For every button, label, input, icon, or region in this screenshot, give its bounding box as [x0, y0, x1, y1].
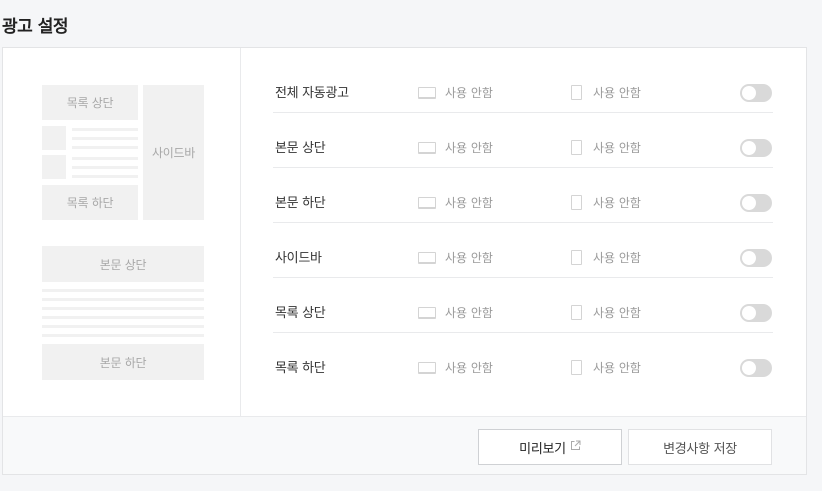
toggle-knob: [742, 141, 756, 155]
preview-line: [42, 334, 204, 337]
mobile-ad-option[interactable]: 사용 안함: [571, 84, 641, 101]
pc-ad-option[interactable]: 사용 안함: [418, 304, 493, 321]
mobile-ad-option[interactable]: 사용 안함: [571, 249, 641, 266]
setting-label: 본문 상단: [275, 141, 326, 156]
pc-ad-option[interactable]: 사용 안함: [418, 359, 493, 376]
monitor-icon: [418, 196, 436, 209]
monitor-icon: [418, 141, 436, 154]
external-link-icon: [570, 440, 581, 454]
preview-line: [42, 298, 204, 301]
toggle-knob: [742, 86, 756, 100]
mobile-status: 사용 안함: [593, 251, 641, 265]
setting-label: 사이드바: [275, 251, 322, 266]
preview-line: [42, 307, 204, 310]
preview-line: [42, 289, 204, 292]
preview-line: [72, 157, 138, 160]
mobile-status: 사용 안함: [593, 361, 641, 375]
mobile-icon: [571, 305, 582, 320]
ad-toggle[interactable]: [740, 304, 772, 322]
preview-button-label: 미리보기: [519, 441, 566, 457]
preview-line: [42, 325, 204, 328]
toggle-knob: [742, 196, 756, 210]
mobile-ad-option[interactable]: 사용 안함: [571, 139, 641, 156]
pc-status: 사용 안함: [445, 306, 493, 320]
setting-row: 목록 하단 사용 안함 사용 안함: [273, 333, 773, 388]
toggle-knob: [742, 251, 756, 265]
settings-list: 전체 자동광고 사용 안함 사용 안함 본문 상단 사용 안함 사용 안함 본문…: [273, 58, 773, 388]
monitor-icon: [418, 251, 436, 264]
preview-line: [72, 128, 138, 131]
preview-line: [42, 316, 204, 319]
preview-body-top: 본문 상단: [42, 246, 204, 282]
pc-ad-option[interactable]: 사용 안함: [418, 194, 493, 211]
mobile-status: 사용 안함: [593, 141, 641, 155]
footer-bar: 미리보기 변경사항 저장: [3, 416, 806, 474]
preview-line: [72, 166, 138, 169]
mobile-ad-option[interactable]: 사용 안함: [571, 194, 641, 211]
mobile-ad-option[interactable]: 사용 안함: [571, 304, 641, 321]
preview-body-bottom: 본문 하단: [42, 344, 204, 380]
pc-status: 사용 안함: [445, 141, 493, 155]
pc-ad-option[interactable]: 사용 안함: [418, 84, 493, 101]
setting-row: 본문 하단 사용 안함 사용 안함: [273, 168, 773, 223]
pc-status: 사용 안함: [445, 196, 493, 210]
save-changes-button[interactable]: 변경사항 저장: [628, 429, 772, 465]
pc-ad-option[interactable]: 사용 안함: [418, 139, 493, 156]
mobile-icon: [571, 250, 582, 265]
setting-row: 목록 상단 사용 안함 사용 안함: [273, 278, 773, 333]
pc-status: 사용 안함: [445, 251, 493, 265]
pc-ad-option[interactable]: 사용 안함: [418, 249, 493, 266]
preview-thumb: [42, 126, 66, 150]
preview-list-bottom: 목록 하단: [42, 185, 138, 220]
ad-toggle[interactable]: [740, 139, 772, 157]
setting-label: 목록 상단: [275, 306, 326, 321]
page-title: 광고 설정: [2, 17, 68, 37]
toggle-knob: [742, 361, 756, 375]
ad-toggle[interactable]: [740, 84, 772, 102]
setting-label: 목록 하단: [275, 361, 326, 376]
pc-status: 사용 안함: [445, 361, 493, 375]
ad-toggle[interactable]: [740, 249, 772, 267]
preview-line: [72, 146, 138, 149]
setting-row: 전체 자동광고 사용 안함 사용 안함: [273, 58, 773, 113]
preview-thumb: [42, 155, 66, 179]
mobile-icon: [571, 195, 582, 210]
ad-toggle[interactable]: [740, 359, 772, 377]
monitor-icon: [418, 306, 436, 319]
mobile-status: 사용 안함: [593, 86, 641, 100]
preview-line: [72, 137, 138, 140]
ad-toggle[interactable]: [740, 194, 772, 212]
layout-preview: 목록 상단 사이드바 목록 하단 본문 상단 본문 하단: [3, 48, 241, 416]
preview-line: [72, 175, 138, 178]
toggle-knob: [742, 306, 756, 320]
setting-row: 본문 상단 사용 안함 사용 안함: [273, 113, 773, 168]
mobile-icon: [571, 85, 582, 100]
ad-settings-card: 목록 상단 사이드바 목록 하단 본문 상단 본문 하단 전체 자동광고 사용 …: [2, 47, 807, 475]
preview-sidebar: 사이드바: [143, 85, 204, 220]
preview-button[interactable]: 미리보기: [478, 429, 622, 465]
preview-list-top: 목록 상단: [42, 85, 138, 120]
mobile-icon: [571, 140, 582, 155]
mobile-status: 사용 안함: [593, 196, 641, 210]
monitor-icon: [418, 86, 436, 99]
mobile-icon: [571, 360, 582, 375]
setting-row: 사이드바 사용 안함 사용 안함: [273, 223, 773, 278]
mobile-status: 사용 안함: [593, 306, 641, 320]
mobile-ad-option[interactable]: 사용 안함: [571, 359, 641, 376]
setting-label: 전체 자동광고: [275, 86, 349, 101]
monitor-icon: [418, 361, 436, 374]
pc-status: 사용 안함: [445, 86, 493, 100]
setting-label: 본문 하단: [275, 196, 326, 211]
